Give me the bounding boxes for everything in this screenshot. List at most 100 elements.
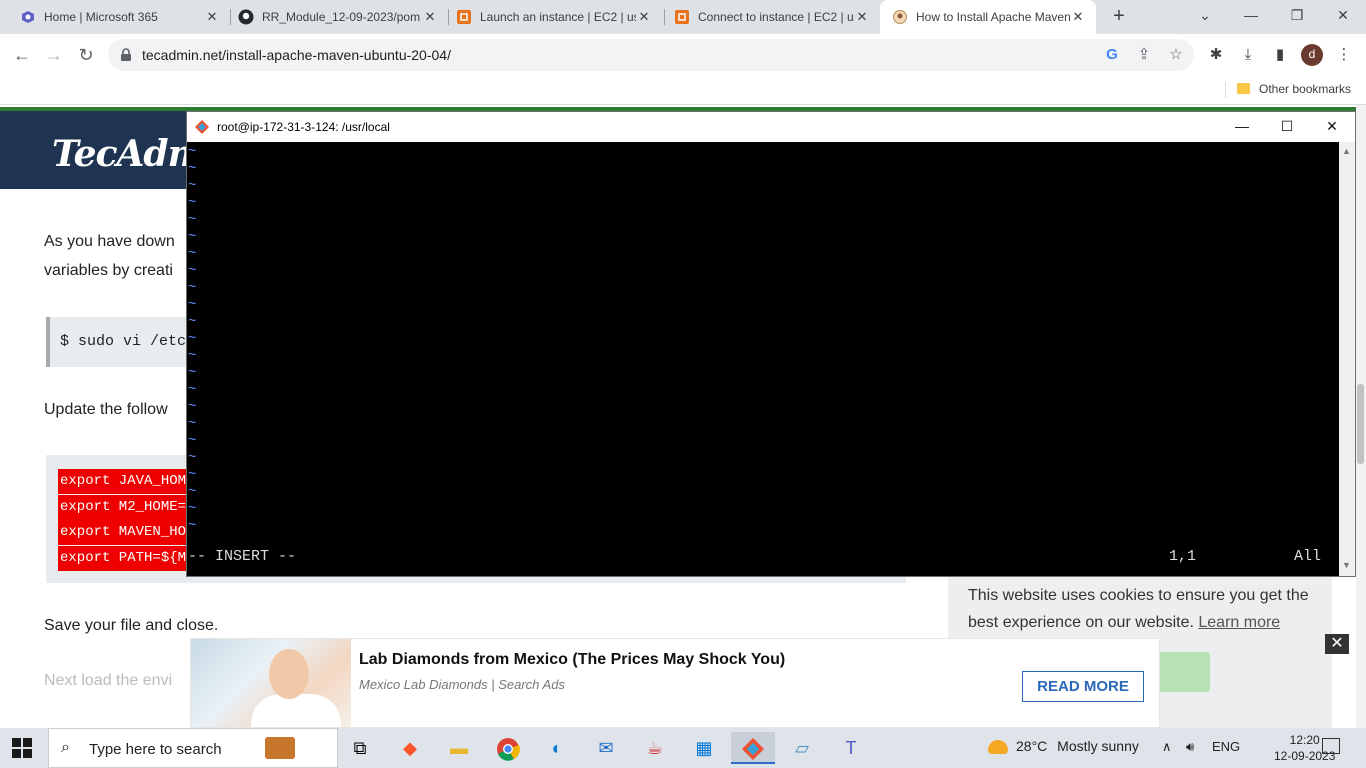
show-hidden-icons-icon[interactable]: ∧: [1162, 739, 1172, 755]
vim-empty-line: ~: [188, 229, 197, 245]
close-tab-icon[interactable]: ✕: [422, 9, 438, 25]
terminal-screen[interactable]: ~ ~ ~ ~ ~ ~ ~ ~ ~ ~ ~ ~ ~ ~ ~ ~ ~ ~ ~ ~ …: [187, 142, 1339, 576]
terminal-titlebar[interactable]: root@ip-172-31-3-124: /usr/local — ☐ ✕: [187, 112, 1355, 142]
learn-more-link[interactable]: Learn more: [1198, 614, 1280, 631]
search-placeholder: Type here to search: [89, 741, 222, 758]
vim-empty-line: ~: [188, 263, 197, 279]
vim-empty-line: ~: [188, 348, 197, 364]
microsoft-store-icon[interactable]: ▦: [682, 732, 726, 764]
restore-button[interactable]: ❐: [1274, 0, 1320, 32]
vim-empty-line: ~: [188, 314, 197, 330]
tab-title: Connect to instance | EC2 | us: [698, 10, 854, 24]
vim-empty-line: ~: [188, 501, 197, 517]
menu-kebab-icon[interactable]: ⋮: [1334, 45, 1354, 65]
lock-icon[interactable]: [120, 48, 134, 62]
close-tab-icon[interactable]: ✕: [636, 9, 652, 25]
task-view-icon[interactable]: ⧉: [338, 732, 382, 764]
export-line: export MAVEN_HO: [58, 520, 189, 545]
vim-empty-line: ~: [188, 382, 197, 398]
browser-toolbar: ← → ↻ tecadmin.net/install-apache-maven-…: [0, 34, 1366, 76]
export-line: export JAVA_HOM: [58, 469, 189, 494]
vim-cursor-position: 1,1: [1169, 548, 1197, 565]
weather-widget[interactable]: 28°C Mostly sunny: [988, 738, 1139, 755]
close-tab-icon[interactable]: ✕: [1070, 9, 1086, 25]
tab-search-icon[interactable]: ⌄: [1182, 0, 1228, 32]
vim-empty-line: ~: [188, 280, 197, 296]
bookmarks-divider: [1225, 82, 1226, 98]
close-ad-icon[interactable]: ✕: [1325, 634, 1349, 654]
tab-launch-instance[interactable]: Launch an instance | EC2 | us ✕: [444, 0, 662, 34]
volume-icon[interactable]: 🔊︎: [1186, 739, 1194, 755]
advertisement[interactable]: Lab Diamonds from Mexico (The Prices May…: [190, 638, 1160, 728]
bookmark-star-icon[interactable]: ☆: [1166, 45, 1186, 65]
terminal-window[interactable]: root@ip-172-31-3-124: /usr/local — ☐ ✕ ~…: [186, 111, 1356, 577]
tab-github[interactable]: RR_Module_12-09-2023/pom ✕: [226, 0, 448, 34]
windows-taskbar: ⌕ Type here to search ⧉ ◆ ▬ ◐ ✉ ☕ ▦ ▱ T …: [0, 728, 1366, 768]
taskbar-search-box[interactable]: ⌕ Type here to search: [48, 728, 338, 768]
tab-microsoft-365[interactable]: Home | Microsoft 365 ✕: [8, 0, 230, 34]
vim-empty-line: ~: [188, 161, 197, 177]
tab-install-maven[interactable]: How to Install Apache Maven ✕: [880, 0, 1096, 34]
read-more-button[interactable]: READ MORE: [1022, 671, 1144, 702]
ad-image[interactable]: [191, 639, 351, 727]
terminal-minimize-button[interactable]: —: [1219, 112, 1265, 142]
scroll-down-icon[interactable]: ▼: [1342, 560, 1351, 570]
vim-empty-line: ~: [188, 195, 197, 211]
paragraph-line: Update the follow: [44, 401, 168, 418]
microsoft-365-icon: [20, 9, 36, 25]
minimize-button[interactable]: —: [1228, 0, 1274, 32]
terminal-title: root@ip-172-31-3-124: /usr/local: [217, 120, 390, 134]
side-panel-icon[interactable]: ▮: [1270, 45, 1290, 65]
close-tab-icon[interactable]: ✕: [854, 9, 870, 25]
share-icon[interactable]: ⇪: [1134, 45, 1154, 65]
tab-connect-instance[interactable]: Connect to instance | EC2 | us ✕: [662, 0, 880, 34]
export-line: export M2_HOME=: [58, 495, 189, 520]
tab-title: How to Install Apache Maven: [916, 10, 1070, 24]
ad-image-figure: [251, 694, 341, 727]
weather-temp: 28°C: [1016, 738, 1048, 754]
briefcase-icon[interactable]: [265, 737, 295, 759]
github-icon: [238, 9, 254, 25]
terminal-close-button[interactable]: ✕: [1309, 112, 1355, 142]
google-lens-icon[interactable]: G: [1102, 45, 1122, 65]
url-text[interactable]: tecadmin.net/install-apache-maven-ubuntu…: [142, 47, 451, 63]
download-icon[interactable]: ⤓: [1238, 45, 1258, 65]
extensions-icon[interactable]: ✱: [1206, 45, 1226, 65]
vim-empty-line: ~: [188, 484, 197, 500]
weather-icon: [988, 740, 1008, 755]
address-bar[interactable]: tecadmin.net/install-apache-maven-ubuntu…: [108, 39, 1194, 71]
profile-avatar[interactable]: d: [1301, 44, 1323, 66]
close-window-button[interactable]: ✕: [1320, 0, 1366, 32]
folder-icon[interactable]: [1237, 83, 1250, 94]
other-bookmarks[interactable]: Other bookmarks: [1259, 82, 1351, 96]
ad-headline[interactable]: Lab Diamonds from Mexico (The Prices May…: [359, 651, 785, 669]
scroll-up-icon[interactable]: ▲: [1342, 146, 1351, 156]
windows-start-icon[interactable]: [12, 738, 32, 758]
language-indicator[interactable]: ENG: [1212, 739, 1240, 754]
notifications-icon[interactable]: [1322, 738, 1340, 754]
back-button[interactable]: ←: [10, 43, 34, 67]
teams-icon[interactable]: T: [829, 732, 873, 764]
java-icon[interactable]: ☕: [633, 732, 677, 764]
vim-empty-line: ~: [188, 297, 197, 313]
page-scroll-thumb[interactable]: [1357, 384, 1364, 464]
close-tab-icon[interactable]: ✕: [204, 9, 220, 25]
tab-title: RR_Module_12-09-2023/pom: [262, 10, 421, 24]
terminal-scrollbar[interactable]: ▲ ▼: [1339, 142, 1355, 576]
vim-empty-line: ~: [188, 246, 197, 262]
aws-icon: [456, 9, 472, 25]
brave-browser-icon[interactable]: ◆: [388, 732, 432, 764]
reload-button[interactable]: ↻: [74, 43, 98, 67]
tab-title: Home | Microsoft 365: [44, 10, 158, 24]
new-tab-button[interactable]: +: [1108, 5, 1130, 27]
chrome-icon[interactable]: [486, 732, 530, 764]
terminal-maximize-button[interactable]: ☐: [1264, 112, 1310, 142]
file-explorer-icon[interactable]: ▬: [437, 732, 481, 764]
tecadmin-icon: [892, 9, 908, 25]
notepad-icon[interactable]: ▱: [780, 732, 824, 764]
vim-empty-line: ~: [188, 399, 197, 415]
edge-icon[interactable]: ◐: [535, 732, 579, 764]
mail-icon[interactable]: ✉: [584, 732, 628, 764]
git-bash-taskbar-icon[interactable]: [731, 732, 775, 764]
forward-button[interactable]: →: [42, 43, 66, 67]
